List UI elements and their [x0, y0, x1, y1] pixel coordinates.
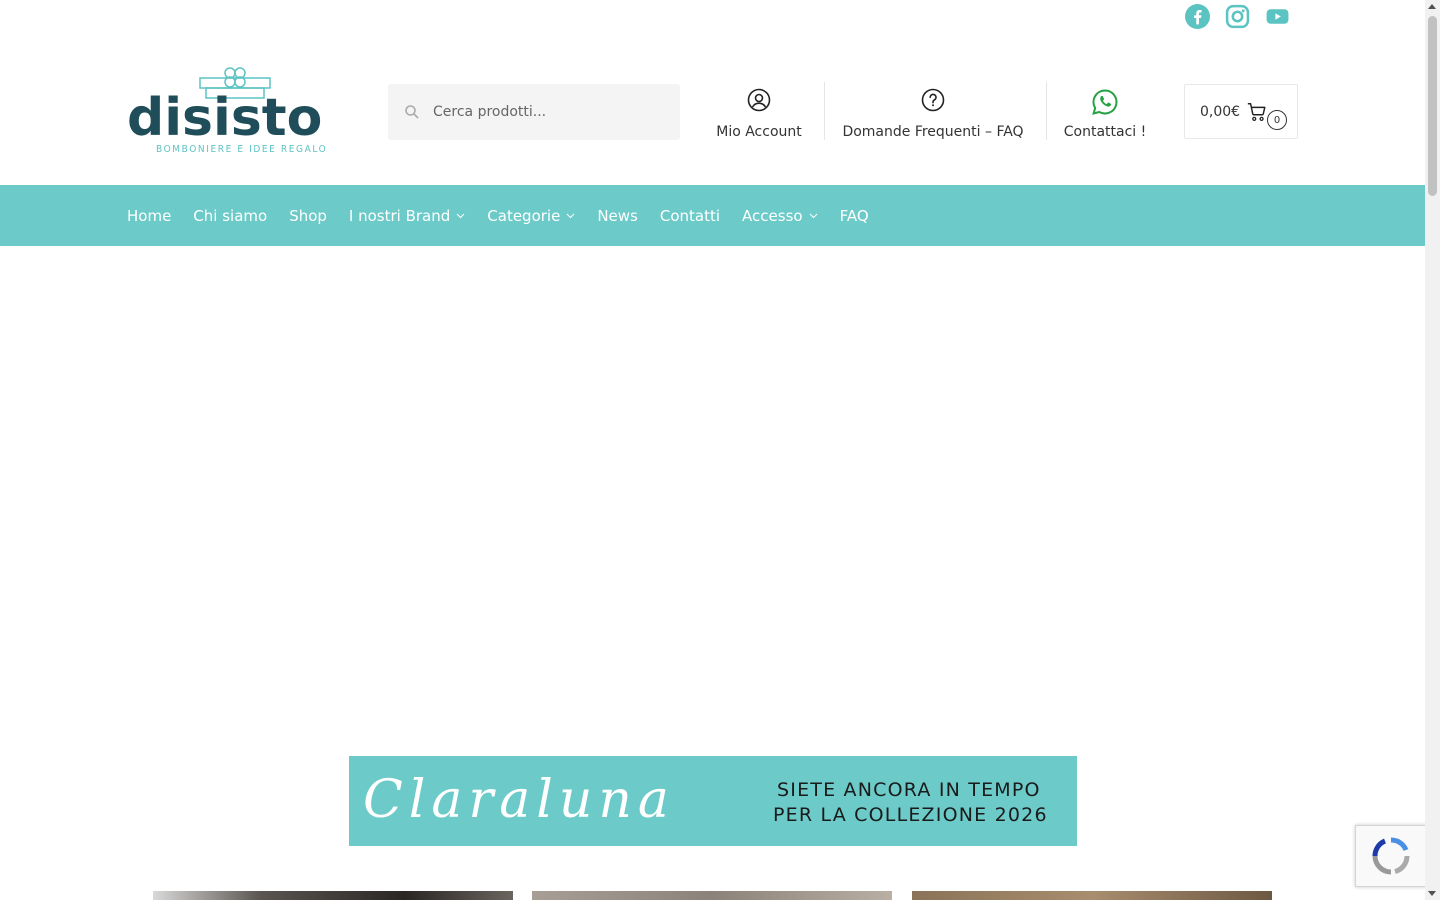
whatsapp-contact-link[interactable]: Contattaci ! — [1063, 88, 1147, 140]
facebook-icon[interactable] — [1184, 3, 1210, 29]
chevron-down-icon — [456, 213, 465, 218]
nav-label: Accesso — [742, 206, 803, 225]
account-link[interactable]: Mio Account — [716, 88, 802, 140]
nav-label: FAQ — [839, 206, 869, 225]
page-scrollbar[interactable] — [1425, 0, 1440, 900]
social-links — [1184, 3, 1290, 29]
product-image[interactable] — [912, 891, 1272, 900]
faq-link[interactable]: Domande Frequenti – FAQ — [842, 88, 1024, 140]
account-label: Mio Account — [716, 124, 802, 140]
nav-item-accesso[interactable]: Accesso — [742, 207, 818, 225]
banner-line-2: PER LA COLLEZIONE 2026 — [773, 804, 1048, 826]
cart-amount: 0,00€ — [1200, 103, 1241, 120]
nav-item-categorie[interactable]: Categorie — [487, 207, 575, 225]
nav-item-news[interactable]: News — [597, 207, 638, 225]
shopping-cart-icon — [1247, 102, 1266, 121]
youtube-icon[interactable] — [1264, 3, 1290, 29]
nav-label: Shop — [289, 206, 327, 225]
cart-count-badge: 0 — [1267, 110, 1287, 130]
product-image[interactable] — [153, 891, 513, 900]
product-image[interactable] — [532, 891, 892, 900]
nav-item-shop[interactable]: Shop — [289, 207, 327, 225]
nav-label: Home — [127, 206, 172, 225]
nav-item-faq[interactable]: FAQ — [840, 207, 869, 225]
recaptcha-icon — [1372, 837, 1410, 875]
main-navigation: Home Chi siamo Shop I nostri Brand Categ… — [0, 185, 1425, 246]
product-search — [388, 84, 680, 140]
faq-label: Domande Frequenti – FAQ — [842, 124, 1024, 140]
nav-label: Contatti — [659, 206, 721, 225]
nav-item-contatti[interactable]: Contatti — [660, 207, 720, 225]
banner-line-1: SIETE ANCORA IN TEMPO — [777, 779, 1041, 801]
nav-item-brand[interactable]: I nostri Brand — [349, 207, 465, 225]
logo-wordmark: disisto — [127, 88, 323, 148]
instagram-icon[interactable] — [1224, 3, 1250, 29]
banner-brand: Claraluna — [363, 770, 675, 830]
search-icon — [405, 105, 419, 119]
header-divider — [1046, 82, 1047, 140]
nav-item-chi-siamo[interactable]: Chi siamo — [193, 207, 267, 225]
user-circle-icon — [747, 88, 771, 112]
nav-label: Categorie — [487, 206, 561, 225]
scrollbar-thumb[interactable] — [1428, 16, 1437, 196]
nav-item-home[interactable]: Home — [127, 207, 171, 225]
nav-label: Chi siamo — [193, 206, 268, 225]
logo-tagline: BOMBONIERE E IDEE REGALO — [156, 144, 328, 155]
site-logo[interactable]: disisto BOMBONIERE E IDEE REGALO — [127, 66, 343, 158]
recaptcha-badge[interactable] — [1355, 825, 1427, 887]
chevron-down-icon — [809, 213, 817, 218]
whatsapp-icon — [1092, 89, 1118, 115]
promo-banner[interactable]: Claraluna SIETE ANCORA IN TEMPO PER LA C… — [349, 756, 1077, 846]
chevron-down-icon — [566, 213, 575, 218]
nav-label: News — [597, 206, 638, 225]
question-circle-icon — [921, 88, 945, 112]
nav-label: I nostri Brand — [348, 206, 451, 225]
header-divider — [824, 82, 825, 140]
scroll-up-arrow-icon[interactable] — [1428, 4, 1436, 9]
contact-label: Contattaci ! — [1063, 124, 1147, 140]
scroll-down-arrow-icon[interactable] — [1428, 891, 1436, 896]
search-input[interactable] — [433, 104, 663, 120]
cart-button[interactable]: 0,00€ 0 — [1184, 84, 1298, 139]
